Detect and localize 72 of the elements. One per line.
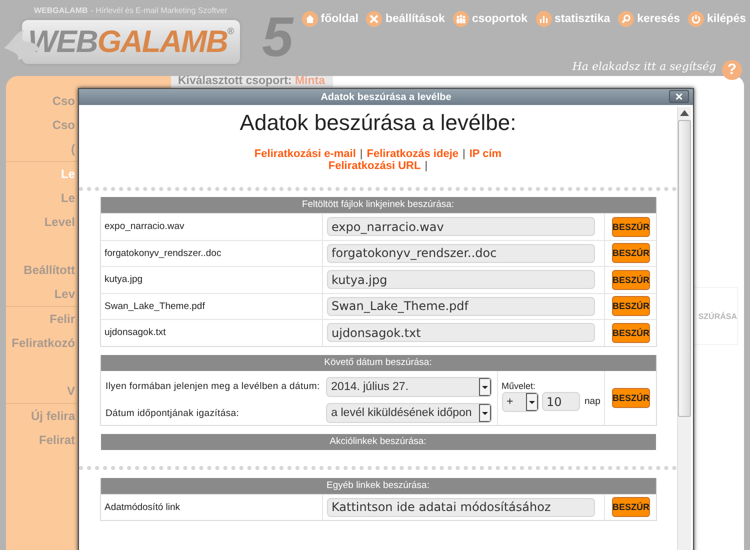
column-header: SZÚRÁSA: [698, 312, 737, 320]
unit-label: nap: [584, 396, 600, 407]
insert-button[interactable]: BESZÚR: [612, 216, 650, 237]
sidebar-item[interactable]: Új felira: [6, 404, 75, 428]
row-label: Swan_Lake_Theme.pdf: [104, 300, 205, 312]
input-field[interactable]: Kattintson ide adatai módosításához: [326, 498, 594, 517]
placeholder-link[interactable]: Feliratkozás ideje: [366, 148, 458, 160]
sidebar-item[interactable]: (: [6, 137, 75, 161]
insert-button[interactable]: BESZÚR: [612, 270, 650, 290]
sidebar-item[interactable]: Feliratkozó: [6, 331, 75, 379]
sidebar-item[interactable]: V: [6, 379, 75, 403]
close-button[interactable]: ×: [669, 90, 689, 103]
section-header: Feltöltött fájlok linkjeinek beszúrása:: [100, 197, 656, 213]
field-label: Dátum időpontjának igazítása:: [106, 408, 240, 419]
row-label: forgatokonyv_rendszer..doc: [104, 248, 222, 259]
nav-link[interactable]: főoldal: [302, 11, 358, 27]
sidebar-item[interactable]: Lev: [6, 282, 75, 306]
input-field[interactable]: expo_narracio.wav: [326, 217, 594, 236]
separator-label: |: [462, 148, 466, 160]
search-icon[interactable]: [618, 11, 634, 27]
placeholder-link[interactable]: IP cím: [469, 148, 502, 160]
input-field[interactable]: ujdonsagok.txt: [326, 323, 594, 342]
input-field[interactable]: Swan_Lake_Theme.pdf: [326, 296, 594, 316]
dropdown[interactable]: +: [502, 392, 538, 412]
input-field[interactable]: 10: [542, 392, 580, 411]
scroll-up-icon[interactable]: [680, 110, 689, 116]
bar-chart-icon[interactable]: [536, 11, 552, 27]
input-field[interactable]: kutya.jpg: [326, 270, 594, 290]
power-icon[interactable]: [688, 11, 704, 27]
nav-link[interactable]: csoportok: [452, 11, 528, 27]
insert-button[interactable]: BESZÚR: [612, 243, 650, 264]
trademark-sign: ®: [227, 26, 234, 36]
logo-text: GALAMB: [97, 23, 228, 61]
input-field[interactable]: forgatokonyv_rendszer..doc: [326, 244, 594, 263]
sidebar-item[interactable]: Felirat: [6, 428, 75, 452]
sidebar-item[interactable]: Cso: [6, 113, 75, 137]
row-label: expo_narracio.wav: [104, 221, 184, 232]
selected-group-label: Kiválasztott csoport: Minta: [171, 76, 333, 87]
separator-label: |: [360, 148, 363, 160]
dropdown[interactable]: 2014. július 27.: [326, 376, 492, 397]
dropdown[interactable]: a levél kiküldésének időpon: [326, 403, 492, 424]
row-label: Adatmódosító link: [104, 502, 180, 513]
dialog-heading: Adatok beszúrása a levélbe:: [240, 110, 516, 136]
nav-link[interactable]: beállítások: [366, 11, 445, 27]
field-label: Ilyen formában jelenjen meg a levélben a dátum:: [106, 381, 321, 392]
field-label: Művelet:: [502, 380, 537, 390]
section-header: Követő dátum beszúrása:: [100, 354, 656, 370]
section-header: Akciólinkek beszúrása:: [100, 434, 656, 450]
sidebar-item[interactable]: Level: [6, 210, 75, 258]
placeholder-link[interactable]: Feliratkozási URL: [328, 160, 421, 172]
sidebar-item[interactable]: Cso: [6, 89, 75, 113]
sidebar-item[interactable]: Felir: [6, 307, 75, 331]
sidebar-item[interactable]: Beállított: [6, 258, 75, 282]
insert-button[interactable]: BESZÚR: [612, 296, 650, 316]
row-label: kutya.jpg: [104, 274, 143, 286]
row-label: ujdonsagok.txt: [104, 327, 166, 338]
home-icon[interactable]: [302, 11, 318, 27]
separator-label: |: [424, 160, 428, 172]
dialog-title: Adatok beszúrása a levélbe: [320, 92, 452, 102]
scrollbar[interactable]: [677, 107, 691, 550]
insert-button[interactable]: BESZÚR: [612, 388, 650, 408]
insert-button[interactable]: BESZÚR: [612, 497, 650, 518]
section-header: Egyéb linkek beszúrása:: [100, 478, 656, 494]
insert-button[interactable]: BESZÚR: [612, 322, 650, 343]
people-icon[interactable]: [452, 11, 469, 27]
help-hint: Ha elakadsz itt a segítség: [572, 60, 716, 73]
nav-link[interactable]: kilépés: [688, 11, 746, 27]
help-button[interactable]: ?: [722, 60, 742, 80]
nav-link[interactable]: keresés: [618, 11, 680, 27]
sidebar-item[interactable]: Le: [6, 186, 75, 210]
nav-link[interactable]: statisztika: [536, 11, 610, 27]
placeholder-link[interactable]: Feliratkozási e-mail: [254, 148, 356, 160]
